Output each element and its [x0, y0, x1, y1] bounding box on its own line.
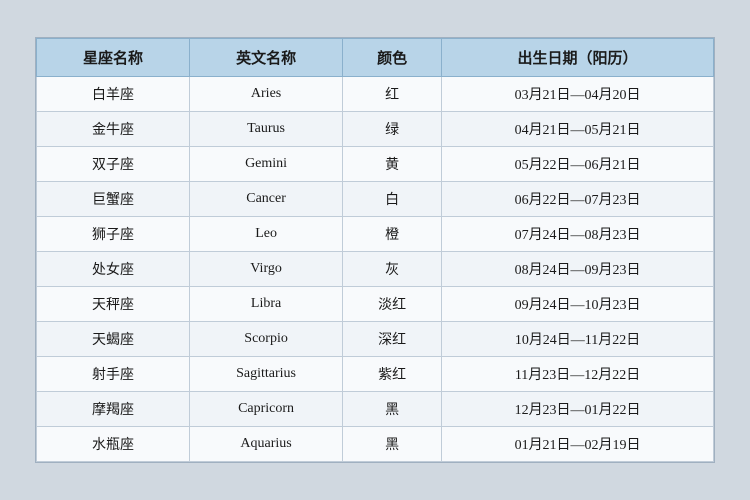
- cell-color: 红: [343, 77, 442, 112]
- table-row: 处女座Virgo灰08月24日—09月23日: [37, 252, 714, 287]
- table-row: 金牛座Taurus绿04月21日—05月21日: [37, 112, 714, 147]
- cell-dates: 07月24日—08月23日: [442, 217, 714, 252]
- cell-english-name: Aquarius: [190, 427, 343, 462]
- cell-chinese-name: 巨蟹座: [37, 182, 190, 217]
- table-row: 巨蟹座Cancer白06月22日—07月23日: [37, 182, 714, 217]
- cell-dates: 04月21日—05月21日: [442, 112, 714, 147]
- table-row: 摩羯座Capricorn黑12月23日—01月22日: [37, 392, 714, 427]
- cell-color: 淡红: [343, 287, 442, 322]
- cell-english-name: Leo: [190, 217, 343, 252]
- table-header-row: 星座名称 英文名称 颜色 出生日期（阳历）: [37, 39, 714, 77]
- cell-color: 黄: [343, 147, 442, 182]
- cell-english-name: Gemini: [190, 147, 343, 182]
- table-row: 双子座Gemini黄05月22日—06月21日: [37, 147, 714, 182]
- cell-english-name: Sagittarius: [190, 357, 343, 392]
- cell-chinese-name: 白羊座: [37, 77, 190, 112]
- col-header-english: 英文名称: [190, 39, 343, 77]
- cell-dates: 01月21日—02月19日: [442, 427, 714, 462]
- cell-english-name: Scorpio: [190, 322, 343, 357]
- cell-chinese-name: 天秤座: [37, 287, 190, 322]
- zodiac-table-container: 星座名称 英文名称 颜色 出生日期（阳历） 白羊座Aries红03月21日—04…: [35, 37, 715, 463]
- table-body: 白羊座Aries红03月21日—04月20日金牛座Taurus绿04月21日—0…: [37, 77, 714, 462]
- col-header-chinese: 星座名称: [37, 39, 190, 77]
- cell-english-name: Taurus: [190, 112, 343, 147]
- cell-english-name: Aries: [190, 77, 343, 112]
- cell-english-name: Capricorn: [190, 392, 343, 427]
- cell-chinese-name: 射手座: [37, 357, 190, 392]
- cell-color: 深红: [343, 322, 442, 357]
- table-row: 白羊座Aries红03月21日—04月20日: [37, 77, 714, 112]
- cell-english-name: Libra: [190, 287, 343, 322]
- cell-color: 黑: [343, 427, 442, 462]
- cell-english-name: Cancer: [190, 182, 343, 217]
- cell-color: 绿: [343, 112, 442, 147]
- cell-color: 紫红: [343, 357, 442, 392]
- cell-english-name: Virgo: [190, 252, 343, 287]
- cell-color: 白: [343, 182, 442, 217]
- cell-dates: 03月21日—04月20日: [442, 77, 714, 112]
- cell-chinese-name: 金牛座: [37, 112, 190, 147]
- zodiac-table: 星座名称 英文名称 颜色 出生日期（阳历） 白羊座Aries红03月21日—04…: [36, 38, 714, 462]
- table-row: 狮子座Leo橙07月24日—08月23日: [37, 217, 714, 252]
- cell-color: 橙: [343, 217, 442, 252]
- cell-chinese-name: 摩羯座: [37, 392, 190, 427]
- cell-dates: 05月22日—06月21日: [442, 147, 714, 182]
- cell-color: 黑: [343, 392, 442, 427]
- table-row: 天蝎座Scorpio深红10月24日—11月22日: [37, 322, 714, 357]
- col-header-color: 颜色: [343, 39, 442, 77]
- cell-dates: 09月24日—10月23日: [442, 287, 714, 322]
- cell-dates: 11月23日—12月22日: [442, 357, 714, 392]
- cell-chinese-name: 双子座: [37, 147, 190, 182]
- table-row: 射手座Sagittarius紫红11月23日—12月22日: [37, 357, 714, 392]
- cell-chinese-name: 狮子座: [37, 217, 190, 252]
- cell-color: 灰: [343, 252, 442, 287]
- cell-dates: 08月24日—09月23日: [442, 252, 714, 287]
- cell-chinese-name: 水瓶座: [37, 427, 190, 462]
- cell-dates: 06月22日—07月23日: [442, 182, 714, 217]
- table-row: 水瓶座Aquarius黑01月21日—02月19日: [37, 427, 714, 462]
- table-row: 天秤座Libra淡红09月24日—10月23日: [37, 287, 714, 322]
- cell-dates: 12月23日—01月22日: [442, 392, 714, 427]
- cell-chinese-name: 处女座: [37, 252, 190, 287]
- cell-dates: 10月24日—11月22日: [442, 322, 714, 357]
- col-header-dates: 出生日期（阳历）: [442, 39, 714, 77]
- cell-chinese-name: 天蝎座: [37, 322, 190, 357]
